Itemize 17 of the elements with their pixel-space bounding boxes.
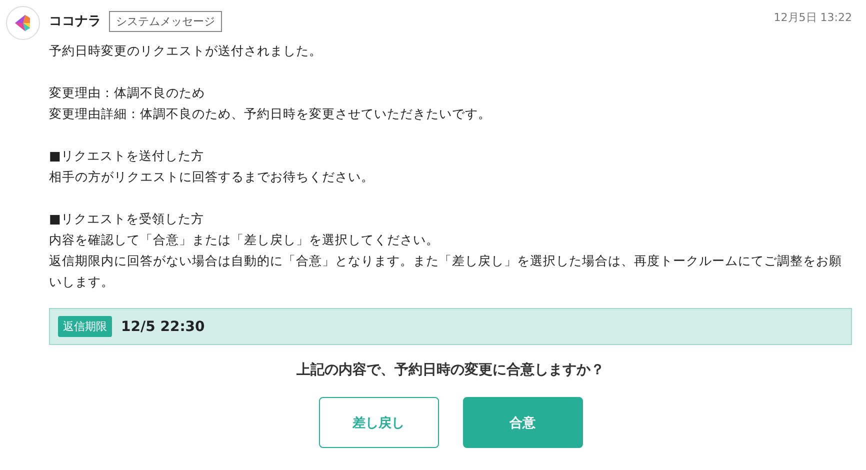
message-line: 変更理由詳細：体調不良のため、予約日時を変更させていただきたいです。 (49, 105, 492, 123)
logo-icon (6, 6, 40, 40)
send-back-button[interactable]: 差し戻し (318, 397, 438, 448)
sender-name: ココナラ (49, 13, 101, 30)
message-line: ■リクエストを送付した方 (49, 147, 205, 165)
deadline-label: 返信期限 (58, 316, 112, 337)
message-line: ■リクエストを受領した方 (49, 210, 205, 228)
message-line: 返信期限内に回答がない場合は自動的に「合意」となります。また「差し戻し」を選択した場合は、再度トークルームにてご調整をお願いします。 (49, 252, 843, 291)
message-line: 予約日時変更のリクエストが送付されました。 (49, 42, 323, 60)
system-message-tag: システムメッセージ (109, 10, 222, 32)
agree-button[interactable]: 合意 (462, 397, 582, 448)
confirm-question: 上記の内容で、予約日時の変更に合意しますか？ (296, 361, 606, 379)
deadline-value: 12/5 22:30 (121, 318, 205, 334)
message-line: 内容を確認して「合意」または「差し戻し」を選択してください。 (49, 231, 440, 249)
message-line: 相手の方がリクエストに回答するまでお待ちください。 (49, 168, 375, 186)
message-line: 変更理由：体調不良のため (49, 84, 206, 102)
timestamp: 12月5日 13:22 (774, 10, 852, 25)
